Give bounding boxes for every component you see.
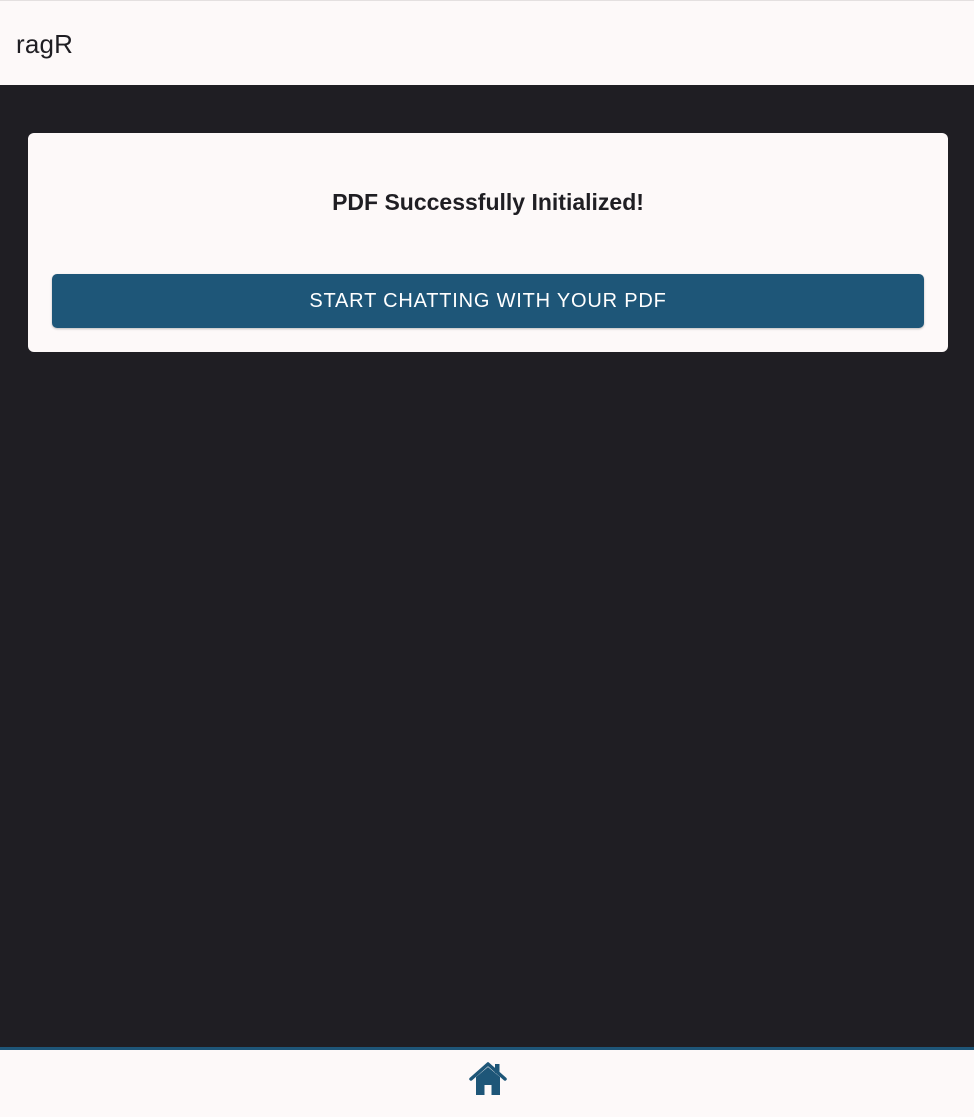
home-icon (469, 1062, 507, 1095)
top-app-bar: ragR (0, 0, 974, 85)
bottom-navigation (0, 1047, 974, 1117)
app-root: ragR PDF Successfully Initialized! START… (0, 0, 974, 1117)
start-chatting-button[interactable]: START CHATTING WITH YOUR PDF (52, 274, 924, 328)
card-title: PDF Successfully Initialized! (332, 189, 644, 215)
home-nav-button[interactable] (468, 1058, 508, 1098)
app-title: ragR (16, 29, 74, 59)
status-card: PDF Successfully Initialized! START CHAT… (28, 133, 948, 352)
main-content: PDF Successfully Initialized! START CHAT… (0, 85, 974, 1047)
